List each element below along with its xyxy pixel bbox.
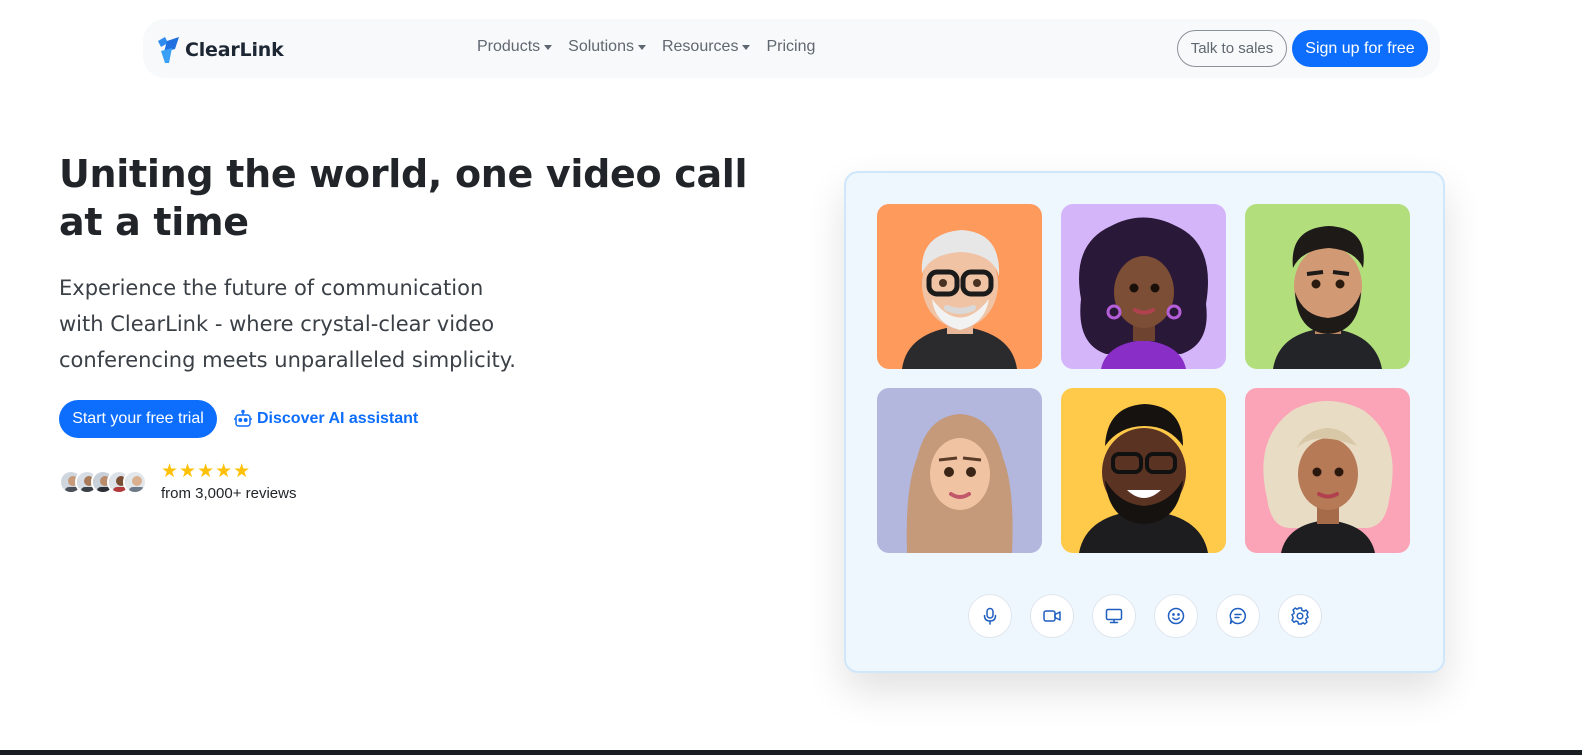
hero-title: Uniting the world, one video call at a t… [59, 152, 748, 244]
caret-down-icon [637, 44, 646, 50]
avatar-blonde-woman [1245, 388, 1410, 553]
start-free-trial-button[interactable]: Start your free trial [59, 400, 217, 438]
emoji-icon [1167, 607, 1185, 625]
bottom-divider [0, 750, 1582, 755]
camera-button[interactable] [1030, 594, 1074, 638]
avatar-smiling-man [1061, 388, 1226, 553]
menu-pricing-label: Pricing [766, 38, 816, 55]
menu-solutions[interactable]: Solutions [568, 38, 646, 56]
main-menu: Products Solutions Resources Pricing [477, 38, 831, 56]
avatar-older-man [877, 204, 1042, 369]
menu-resources-label: Resources [661, 38, 739, 55]
avatar-bearded-man [1245, 204, 1410, 369]
reviewer-avatars [59, 470, 147, 494]
rating-block: ★★★★★ from 3,000+ reviews [161, 460, 297, 503]
camera-icon [1043, 610, 1061, 622]
participant-tile[interactable] [877, 204, 1042, 369]
participant-tile[interactable] [1245, 388, 1410, 553]
menu-solutions-label: Solutions [568, 38, 634, 55]
screen-share-button[interactable] [1092, 594, 1136, 638]
participant-tile[interactable] [1061, 204, 1226, 369]
settings-button[interactable] [1278, 594, 1322, 638]
emoji-button[interactable] [1154, 594, 1198, 638]
avatar-hijab-woman [877, 388, 1042, 553]
microphone-button[interactable] [968, 594, 1012, 638]
avatar-curly-hair-woman [1061, 204, 1226, 369]
video-call-preview [844, 171, 1445, 673]
brand-name: ClearLink [185, 39, 284, 61]
menu-resources[interactable]: Resources [661, 38, 751, 56]
reviews-block: ★★★★★ from 3,000+ reviews [59, 462, 296, 502]
menu-products[interactable]: Products [477, 38, 553, 56]
avatar [123, 470, 147, 494]
participant-tile[interactable] [877, 388, 1042, 553]
robot-icon [234, 409, 252, 427]
clearlink-logo-icon [158, 37, 179, 63]
participant-tile[interactable] [1061, 388, 1226, 553]
chat-icon [1229, 607, 1247, 625]
reviews-count: from 3,000+ reviews [161, 485, 297, 502]
hero-subtitle: Experience the future of communication w… [59, 276, 516, 372]
microphone-icon [983, 607, 997, 625]
menu-products-label: Products [477, 38, 541, 55]
discover-ai-link[interactable]: Discover AI assistant [233, 409, 418, 429]
chat-button[interactable] [1216, 594, 1260, 638]
sign-up-button[interactable]: Sign up for free [1292, 30, 1428, 67]
caret-down-icon [742, 44, 751, 50]
screen-share-icon [1105, 608, 1123, 624]
top-navbar: ClearLink Products Solutions Resources P… [143, 19, 1440, 78]
caret-down-icon [544, 44, 553, 50]
participant-tile[interactable] [1245, 204, 1410, 369]
rating-stars: ★★★★★ [161, 460, 252, 482]
menu-pricing[interactable]: Pricing [766, 38, 815, 56]
talk-to-sales-button[interactable]: Talk to sales [1177, 30, 1287, 67]
discover-ai-label: Discover AI assistant [257, 410, 419, 427]
brand-logo[interactable]: ClearLink [155, 35, 284, 65]
settings-icon [1291, 607, 1309, 625]
